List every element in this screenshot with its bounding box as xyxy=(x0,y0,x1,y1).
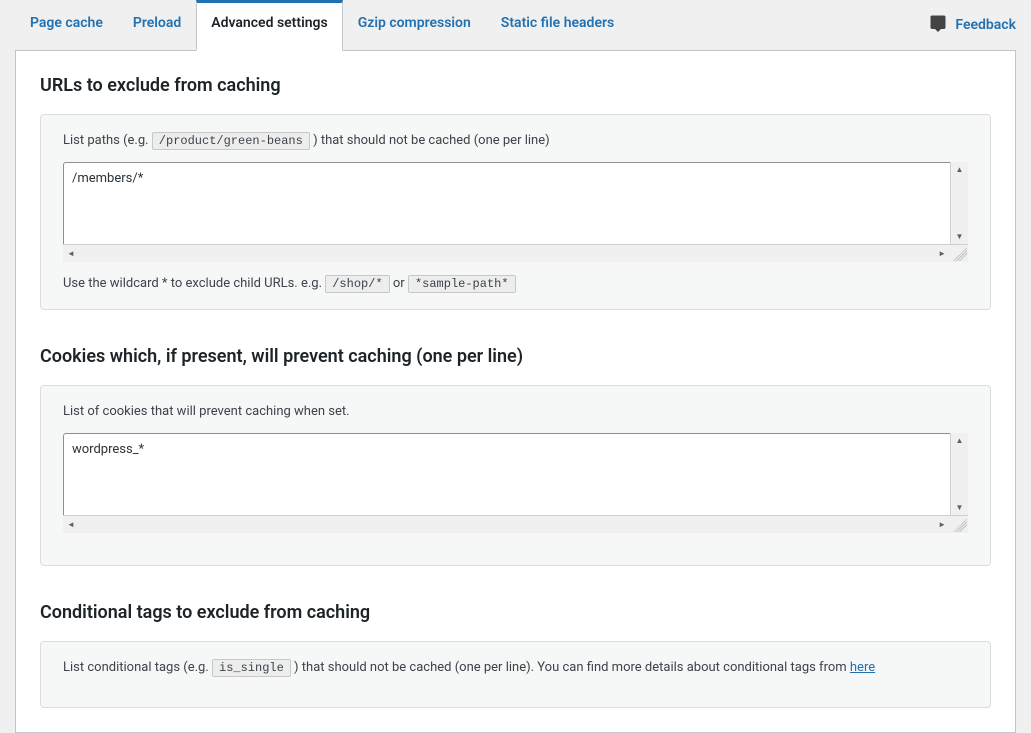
conditional-label-prefix: List conditional tags (e.g. xyxy=(63,660,212,675)
tab-preload[interactable]: Preload xyxy=(118,0,196,51)
urls-help-or: or xyxy=(393,276,408,291)
urls-label-suffix: ) that should not be cached (one per lin… xyxy=(313,133,550,148)
feedback-link[interactable]: Feedback xyxy=(929,0,1016,50)
cookies-section: List of cookies that will prevent cachin… xyxy=(40,385,991,566)
conditional-section-title: Conditional tags to exclude from caching xyxy=(40,602,991,623)
cookies-textarea[interactable] xyxy=(63,433,968,529)
urls-textarea-wrap: ▲ ▼ ◄ ► xyxy=(63,162,968,262)
urls-section: List paths (e.g. /product/green-beans ) … xyxy=(40,114,991,310)
feedback-label: Feedback xyxy=(955,17,1016,33)
conditional-example-code: is_single xyxy=(212,659,291,677)
content-panel: URLs to exclude from caching List paths … xyxy=(15,51,1016,733)
urls-field-label: List paths (e.g. /product/green-beans ) … xyxy=(63,133,968,148)
conditional-field-label: List conditional tags (e.g. is_single ) … xyxy=(63,660,968,675)
urls-help-code2: *sample-path* xyxy=(408,275,516,293)
urls-help-code1: /shop/* xyxy=(325,275,389,293)
urls-section-title: URLs to exclude from caching xyxy=(40,75,991,96)
tab-page-cache[interactable]: Page cache xyxy=(15,0,118,51)
urls-help-text: Use the wildcard * to exclude child URLs… xyxy=(63,276,968,291)
urls-exclude-textarea[interactable] xyxy=(63,162,968,258)
tabs-bar: Page cache Preload Advanced settings Gzi… xyxy=(15,0,1016,51)
tab-static-file-headers[interactable]: Static file headers xyxy=(486,0,629,51)
cookies-textarea-wrap: ▲ ▼ ◄ ► xyxy=(63,433,968,533)
conditional-label-suffix: ) that should not be cached (one per lin… xyxy=(294,660,850,675)
tabs-list: Page cache Preload Advanced settings Gzi… xyxy=(15,0,629,50)
urls-help-prefix: Use the wildcard * to exclude child URLs… xyxy=(63,276,325,291)
cookies-field-label: List of cookies that will prevent cachin… xyxy=(63,404,968,419)
cookies-section-title: Cookies which, if present, will prevent … xyxy=(40,346,991,367)
tab-advanced-settings[interactable]: Advanced settings xyxy=(196,0,342,51)
urls-example-code: /product/green-beans xyxy=(152,132,310,150)
urls-label-prefix: List paths (e.g. xyxy=(63,133,152,148)
speech-bubble-icon xyxy=(929,14,947,36)
conditional-tags-link[interactable]: here xyxy=(850,660,875,675)
tab-gzip-compression[interactable]: Gzip compression xyxy=(343,0,486,51)
conditional-section: List conditional tags (e.g. is_single ) … xyxy=(40,641,991,708)
